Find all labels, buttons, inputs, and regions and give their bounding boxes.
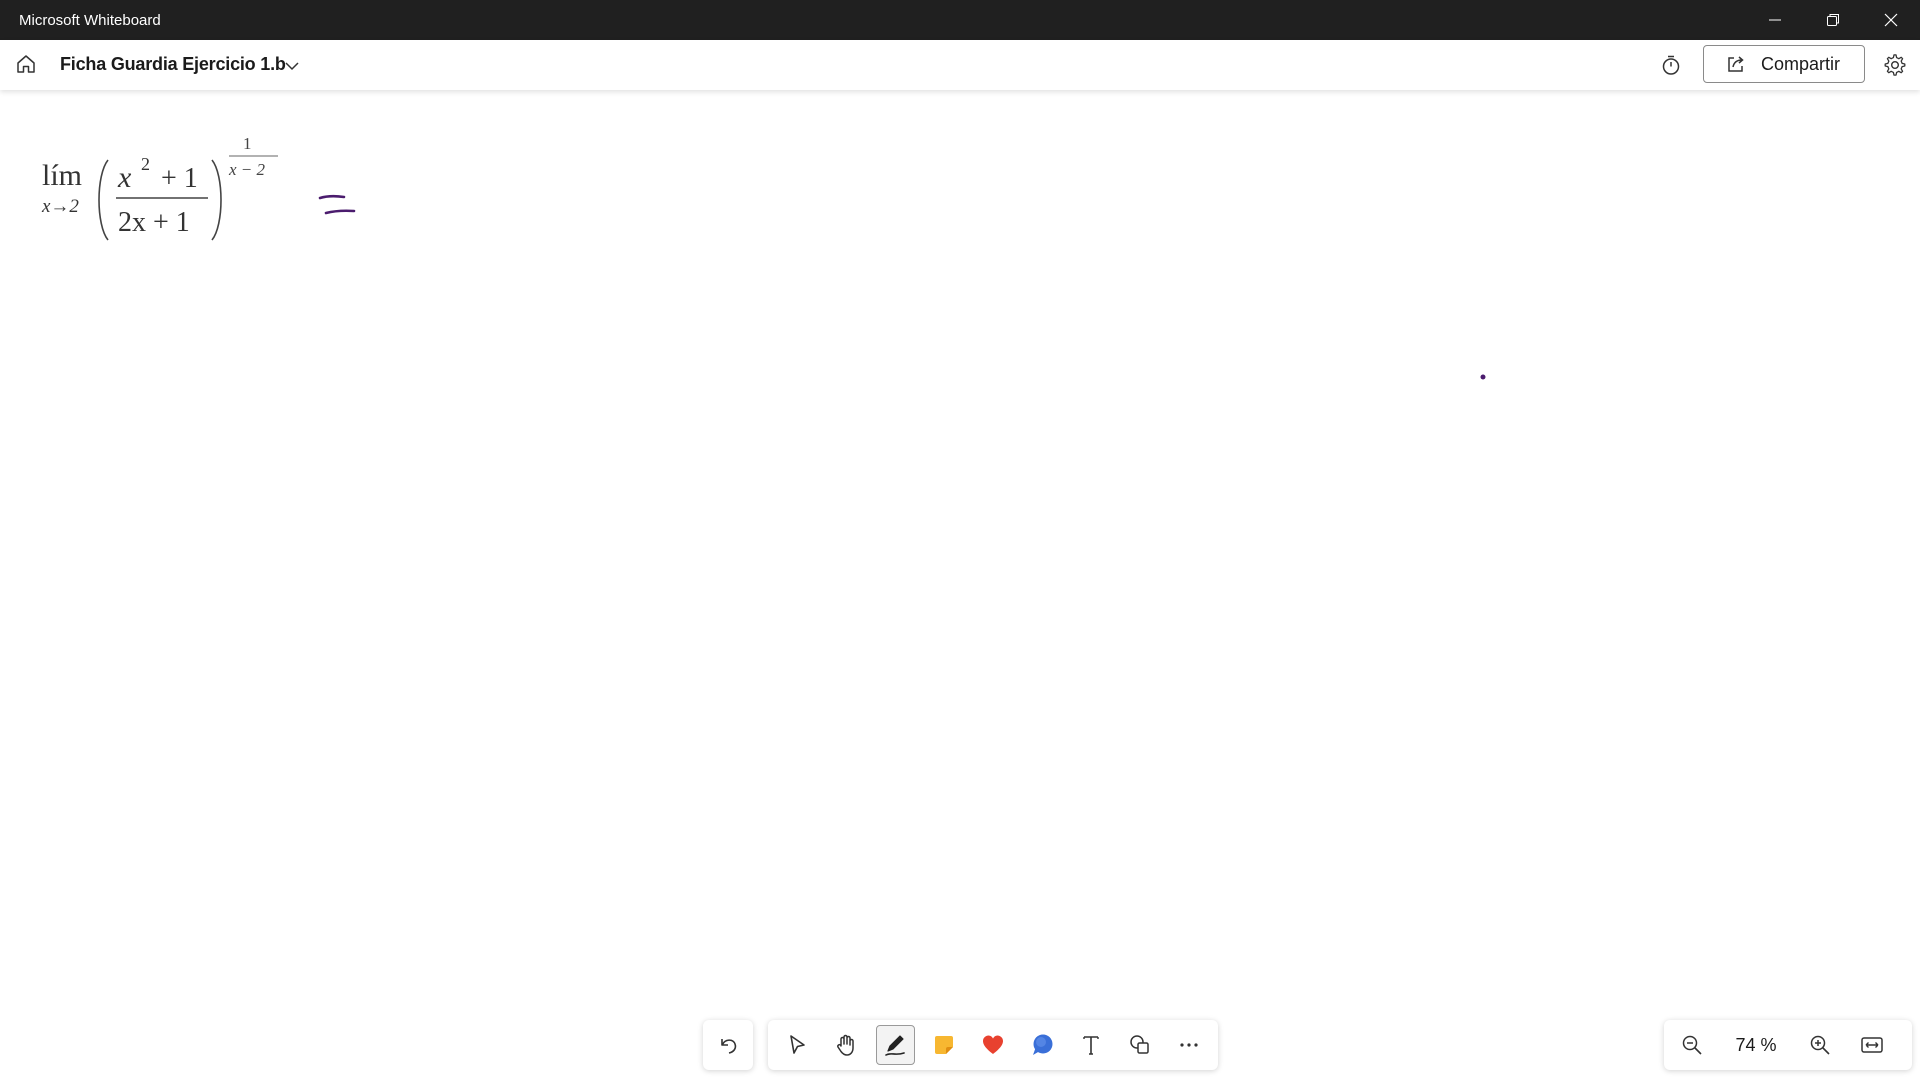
board-title[interactable]: Ficha Guardia Ejercicio 1.b [60,54,286,75]
sticky-note-icon [935,1036,954,1054]
restore-button[interactable] [1804,0,1862,40]
undo-toolbar [703,1020,753,1070]
more-button[interactable] [1169,1025,1208,1065]
undo-icon [721,1039,737,1054]
zoom-out-button[interactable] [1672,1025,1712,1065]
denominator: 2x + 1 [118,207,190,238]
app-header: Ficha Guardia Ejercicio 1.b Compartir [0,40,1920,90]
numerator-exponent: 2 [141,154,150,174]
zoom-in-icon [1810,1035,1830,1055]
exponent-numerator: 1 [243,134,252,153]
math-formula-image[interactable]: lím x→2 x 2 + 1 2x + 1 1 x − 2 [40,130,290,250]
numerator-x: x [117,161,132,194]
pen-icon [885,1035,906,1056]
fit-to-screen-button[interactable] [1852,1025,1892,1065]
zoom-level[interactable]: 74 % [1712,1035,1800,1056]
share-icon [1725,53,1747,75]
minimize-icon [1769,19,1781,21]
pan-tool-button[interactable] [827,1025,866,1065]
comment-button[interactable] [1022,1025,1061,1065]
home-icon [17,55,35,73]
select-tool-button[interactable] [778,1025,817,1065]
chevron-down-icon [285,62,299,71]
timer-button[interactable] [1656,50,1686,80]
hand-icon [837,1034,855,1056]
close-button[interactable] [1862,0,1920,40]
pen-tool-button[interactable] [875,1025,915,1065]
exponent-denominator: x − 2 [228,160,266,179]
main-toolbar [768,1020,1218,1070]
more-icon [1179,1043,1198,1047]
zoom-out-icon [1682,1035,1702,1055]
gear-icon [1884,54,1906,76]
zoom-toolbar: 74 % [1664,1020,1912,1070]
lim-label: lím [42,159,82,192]
board-menu-button[interactable] [282,56,302,76]
timer-icon [1662,55,1680,75]
app-title: Microsoft Whiteboard [19,11,161,29]
share-button[interactable]: Compartir [1703,45,1865,83]
left-paren [98,159,109,241]
ink-dot[interactable] [1479,373,1487,381]
sticky-note-button[interactable] [925,1025,964,1065]
minimize-button[interactable] [1746,0,1804,40]
close-icon [1884,13,1898,27]
window-controls [1746,0,1920,40]
restore-icon [1827,14,1839,26]
settings-button[interactable] [1880,50,1910,80]
pointer-icon [790,1035,806,1054]
fit-to-screen-icon [1861,1037,1883,1053]
heart-icon [983,1035,1003,1054]
right-paren [211,159,222,241]
shapes-icon [1129,1035,1149,1054]
shapes-button[interactable] [1120,1025,1159,1065]
zoom-in-button[interactable] [1800,1025,1840,1065]
numerator-rest: + 1 [161,163,198,194]
home-button[interactable] [10,48,42,80]
reactions-button[interactable] [974,1025,1013,1065]
ink-equals-stroke[interactable] [314,190,360,220]
lim-subscript: x→2 [41,196,79,217]
share-label: Compartir [1761,53,1841,74]
comment-icon [1032,1034,1053,1055]
title-bar: Microsoft Whiteboard [0,0,1920,40]
text-icon [1083,1036,1099,1055]
undo-button[interactable] [708,1025,748,1065]
text-tool-button[interactable] [1071,1025,1110,1065]
